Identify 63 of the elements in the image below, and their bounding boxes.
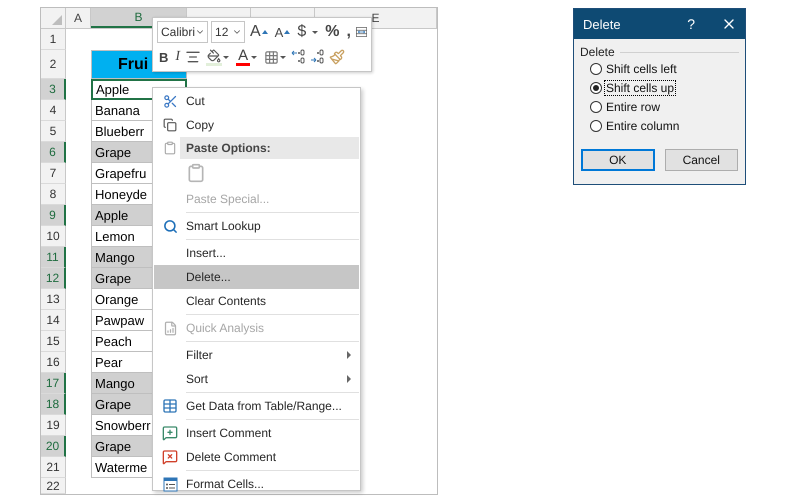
row-header[interactable]: 12 — [41, 268, 66, 289]
row-header[interactable]: 8 — [41, 184, 66, 205]
row-header[interactable]: 14 — [41, 310, 66, 331]
row-header[interactable]: 19 — [41, 415, 66, 436]
scissors-icon — [162, 94, 178, 108]
row-header[interactable]: 10 — [41, 226, 66, 247]
row-header[interactable]: 18 — [41, 394, 66, 415]
search-icon — [162, 218, 178, 234]
caret-icon — [312, 30, 318, 34]
increase-decimal-icon[interactable] — [310, 49, 326, 65]
font-color-button[interactable]: A — [234, 47, 260, 67]
font-size-field[interactable]: 12 — [211, 21, 245, 43]
row-header[interactable]: 16 — [41, 352, 66, 373]
row-header[interactable]: 2 — [41, 50, 66, 79]
ok-button[interactable]: OK — [581, 149, 654, 171]
help-button[interactable]: ? — [687, 16, 695, 32]
copy-icon — [163, 118, 177, 132]
menu-section-header: Paste Options: — [180, 137, 359, 159]
row-header[interactable]: 21 — [41, 457, 66, 478]
bold-button[interactable]: B — [157, 47, 170, 67]
italic-button[interactable]: I — [173, 47, 182, 67]
caret-icon — [223, 56, 230, 58]
caret-icon — [251, 56, 258, 58]
row-header[interactable]: 5 — [41, 121, 66, 142]
row-header[interactable]: 20 — [41, 436, 66, 457]
clipboard-icon — [163, 141, 177, 155]
grow-font-button[interactable]: A — [248, 22, 270, 42]
borders-icon — [264, 50, 280, 64]
table-icon — [162, 398, 178, 414]
row-header[interactable]: 11 — [41, 247, 66, 268]
row-header[interactable]: 7 — [41, 163, 66, 184]
align-center-icon[interactable] — [185, 49, 202, 65]
comment-plus-icon — [162, 425, 178, 441]
chart-icon — [162, 320, 178, 336]
row-header[interactable]: 4 — [41, 100, 66, 121]
row-header[interactable]: 13 — [41, 289, 66, 310]
dialog-title: Delete — [583, 16, 622, 32]
row-header[interactable]: 17 — [41, 373, 66, 394]
radio-label[interactable]: Shift cells left — [605, 62, 678, 76]
decrease-decimal-icon[interactable] — [291, 49, 308, 65]
radio-label[interactable]: Shift cells up — [605, 80, 676, 94]
menu-item[interactable]: Delete... — [154, 265, 359, 289]
row-header[interactable]: 1 — [41, 29, 66, 50]
paint-bucket-icon — [207, 48, 222, 62]
wrap-icon[interactable] — [356, 25, 367, 39]
row-header[interactable]: 22 — [41, 478, 66, 494]
shrink-font-button[interactable]: A — [272, 22, 292, 42]
radio-label[interactable]: Entire column — [605, 118, 680, 132]
row-header[interactable]: 3 — [41, 79, 66, 100]
radio-button[interactable] — [590, 100, 602, 112]
fill-color-button[interactable] — [204, 47, 232, 67]
radio-button[interactable] — [590, 62, 602, 74]
group-label: Delete — [580, 45, 615, 59]
cancel-button[interactable]: Cancel — [664, 149, 738, 171]
radio-button[interactable] — [590, 120, 602, 132]
radio-label[interactable]: Entire row — [605, 100, 662, 114]
row-header[interactable]: 6 — [41, 142, 66, 163]
comment-delete-icon — [162, 449, 178, 465]
caret-icon — [280, 56, 286, 58]
row-header[interactable]: 15 — [41, 331, 66, 352]
radio-button[interactable] — [590, 82, 602, 94]
row-header[interactable]: 9 — [41, 205, 66, 226]
font-name-field[interactable]: Calibri — [157, 21, 208, 43]
